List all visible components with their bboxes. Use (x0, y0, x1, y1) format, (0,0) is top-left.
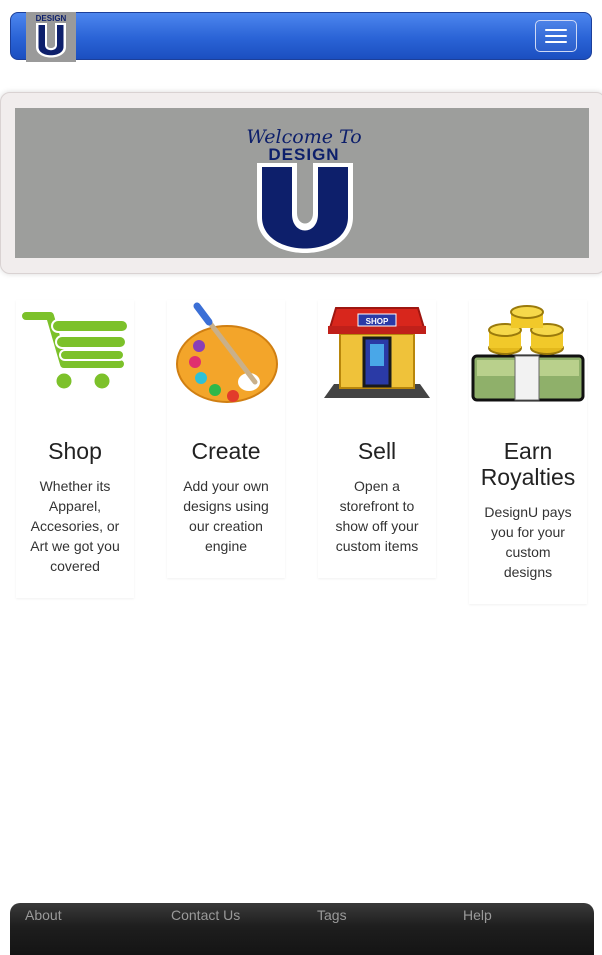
hamburger-icon-bar (545, 41, 567, 43)
feature-card-shop[interactable]: Shop Whether its Apparel, Accesories, or… (16, 300, 134, 598)
feature-card-sell[interactable]: SHOP Sell Open a storefront to show off … (318, 300, 436, 578)
feature-card-earn-royalties[interactable]: Earn Royalties DesignU pays you for your… (469, 300, 587, 604)
feature-description: Whether its Apparel, Accesories, or Art … (30, 478, 120, 574)
feature-title: Shop (48, 438, 102, 464)
shopping-cart-icon (16, 300, 134, 410)
svg-text:SHOP: SHOP (366, 317, 389, 326)
storefront-icon: SHOP (318, 300, 436, 410)
footer-link-about[interactable]: About (25, 907, 62, 923)
hamburger-icon-bar (545, 35, 567, 37)
navbar-toggle-button[interactable] (535, 20, 577, 52)
feature-title: Sell (357, 438, 397, 464)
footer-link-help[interactable]: Help (463, 907, 492, 923)
feature-title: Earn Royalties (480, 438, 576, 490)
feature-description: DesignU pays you for your custom designs (484, 504, 572, 580)
paint-palette-icon (167, 300, 285, 410)
hamburger-icon-bar (545, 29, 567, 31)
footer-link-contact-us[interactable]: Contact Us (171, 907, 240, 923)
footer-link-tags[interactable]: Tags (317, 907, 347, 923)
footer: About Contact Us Tags Help (10, 903, 594, 955)
brand-logo[interactable]: DESIGN (26, 12, 76, 62)
brand-logo-text: DESIGN (36, 14, 67, 23)
money-stack-icon (469, 300, 587, 410)
feature-card-create[interactable]: Create Add your own designs using our cr… (167, 300, 285, 578)
hero-banner: Welcome To DESIGN (15, 108, 589, 258)
designu-hero-logo: Welcome To DESIGN (246, 126, 362, 253)
hero-brand-text: DESIGN (268, 145, 339, 164)
navbar: DESIGN (10, 12, 592, 62)
feature-description: Add your own designs using our creation … (183, 478, 269, 554)
feature-description: Open a storefront to show off your custo… (335, 478, 419, 554)
feature-title: Create (191, 438, 261, 464)
